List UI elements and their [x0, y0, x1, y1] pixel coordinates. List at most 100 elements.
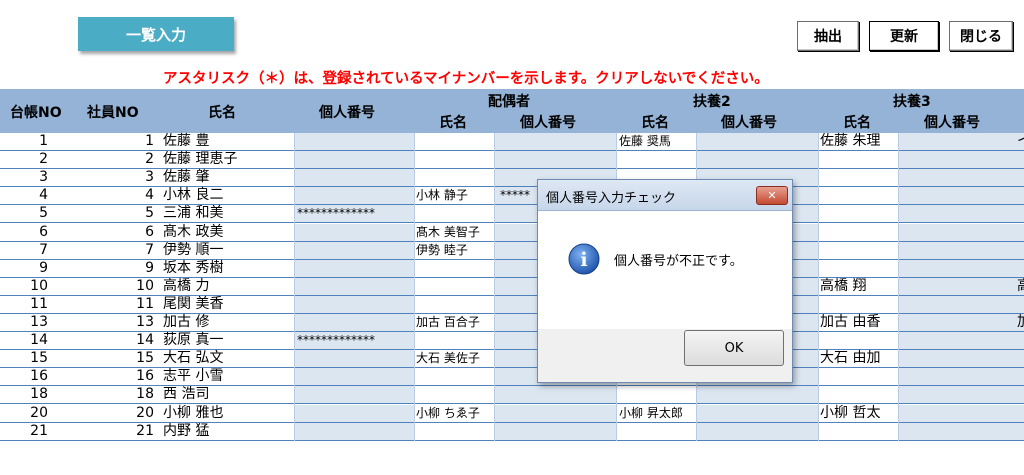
dependent3-name-cell: 佐藤 朱理 [820, 133, 881, 149]
employee-no-cell: 14 [136, 332, 154, 349]
personal-no-cell[interactable] [898, 332, 1024, 350]
personal-no-cell[interactable] [898, 205, 1024, 223]
personal-no-cell[interactable] [898, 314, 1024, 331]
dependent3-name-cell: 加古 由香 [820, 314, 881, 330]
personal-no-cell[interactable] [696, 386, 818, 404]
dialog-title-bar: 個人番号入力チェック ✕ [538, 180, 792, 211]
personal-no-cell[interactable] [294, 422, 414, 440]
employee-no-cell: 13 [136, 314, 154, 330]
header-dependent3-name: 氏名 [843, 115, 871, 131]
ok-button[interactable]: OK [684, 330, 784, 366]
personal-no-cell[interactable] [294, 386, 414, 404]
personal-no-cell[interactable] [898, 422, 1024, 440]
personal-no-cell[interactable] [898, 368, 1024, 386]
employee-no-cell: 1 [145, 133, 154, 149]
name-cell: 内野 猛 [163, 422, 210, 439]
dialog-body: i 個人番号が不正です。 [538, 211, 792, 329]
table-row: 3 3 佐藤 肇 [0, 169, 1024, 188]
personal-no-cell[interactable] [294, 133, 414, 150]
personal-no-cell[interactable] [898, 386, 1024, 404]
spouse-name-cell: 髙木 美智子 [416, 224, 480, 239]
employee-no-cell: 4 [145, 187, 154, 204]
name-cell: 坂本 秀樹 [163, 259, 224, 276]
personal-no-cell[interactable] [696, 404, 818, 422]
personal-no-cell[interactable] [494, 151, 616, 169]
personal-no-cell[interactable] [294, 314, 414, 331]
personal-no-cell[interactable] [898, 241, 1024, 259]
spouse-name-cell: 小林 静子 [416, 188, 468, 203]
name-cell: 小林 良二 [163, 187, 224, 204]
header-dependent2-personal-no: 個人番号 [721, 115, 777, 131]
name-cell: 西 浩司 [163, 386, 210, 403]
name-cell: 小柳 雅也 [163, 404, 224, 421]
ledger-no-cell: 13 [30, 314, 48, 330]
personal-no-cell[interactable] [294, 350, 414, 368]
personal-no-cell[interactable] [696, 151, 818, 169]
name-cell: 尾関 美香 [163, 295, 224, 312]
personal-no-cell[interactable] [898, 151, 1024, 169]
table-row: 21 21 内野 猛 [0, 422, 1024, 441]
personal-no-cell[interactable] [294, 295, 414, 313]
table-row: 4 4 小林 良二 小林 静子 ***** [0, 187, 1024, 206]
mynumber-notice: アスタリスク（＊）は、登録されているマイナンバーを示します。クリアしないでくださ… [163, 71, 769, 87]
personal-no-cell[interactable] [294, 241, 414, 259]
personal-no-cell[interactable] [696, 422, 818, 440]
personal-no-cell[interactable] [494, 404, 616, 422]
update-button[interactable]: 更新 [869, 21, 939, 51]
personal-no-cell[interactable] [294, 259, 414, 277]
dependent3-personal-no-value: 加 [1017, 314, 1024, 331]
table-header: 台帳NO 社員NO 氏名 個人番号 配偶者 氏名 個人番号 扶養2 氏名 個人番… [0, 89, 1024, 133]
personal-no-cell[interactable] [294, 169, 414, 187]
employee-no-cell: 6 [145, 223, 154, 240]
personal-no-cell[interactable] [294, 277, 414, 295]
employee-no-cell: 2 [145, 151, 154, 168]
ledger-no-cell: 5 [39, 205, 48, 222]
personal-no-cell[interactable] [898, 350, 1024, 368]
ledger-no-cell: 21 [30, 422, 48, 439]
close-button[interactable]: 閉じる [949, 21, 1013, 51]
personal-no-cell[interactable] [898, 404, 1024, 422]
personal-no-cell[interactable] [294, 187, 414, 205]
ledger-no-cell: 10 [30, 277, 48, 294]
table-row: 16 16 志平 小雪 [0, 368, 1024, 387]
personal-no-cell[interactable] [898, 169, 1024, 187]
employee-no-cell: 21 [136, 422, 154, 439]
personal-no-cell[interactable] [898, 223, 1024, 241]
personal-no-cell[interactable] [898, 133, 1024, 150]
ledger-no-cell: 7 [39, 241, 48, 258]
spouse-name-cell: 伊勢 睦子 [416, 242, 468, 257]
employee-no-cell: 7 [145, 241, 154, 258]
personal-no-cell[interactable] [494, 422, 616, 440]
header-ledger-no: 台帳NO [10, 105, 62, 121]
personal-no-cell[interactable] [294, 151, 414, 169]
personal-no-cell[interactable] [898, 277, 1024, 295]
grid-divider [898, 133, 899, 441]
personal-no-cell[interactable] [696, 133, 818, 150]
grid-divider [414, 133, 415, 441]
grid-divider [818, 133, 819, 441]
dialog-title: 個人番号入力チェック [546, 191, 677, 206]
ledger-no-cell: 15 [30, 350, 48, 367]
personal-no-cell[interactable] [494, 386, 616, 404]
personal-no-cell[interactable] [294, 404, 414, 422]
extract-button[interactable]: 抽出 [797, 21, 859, 51]
grid-divider [494, 133, 495, 441]
personal-no-cell[interactable] [294, 223, 414, 241]
table-row: 1515大石 弘文大石 美佐子大石 たね大石 由加 [0, 350, 1024, 369]
personal-no-cell[interactable] [898, 295, 1024, 313]
table-row: 1 1 佐藤 豊 佐藤 奨馬 佐藤 朱理 イ [0, 133, 1024, 151]
name-cell: 佐藤 肇 [163, 169, 210, 186]
name-cell: 三浦 和美 [163, 205, 224, 222]
info-icon: i [568, 243, 600, 275]
personal-no-cell[interactable] [898, 259, 1024, 277]
personal-no-value: ************* [297, 333, 375, 348]
close-icon[interactable]: ✕ [756, 186, 788, 205]
personal-no-cell[interactable] [294, 368, 414, 386]
header-spouse-personal-no: 個人番号 [520, 115, 576, 131]
personal-no-cell[interactable] [494, 133, 616, 150]
spouse-name-cell: 大石 美佐子 [416, 351, 480, 366]
table-row: 11 11 尾関 美香 [0, 295, 1024, 314]
personal-no-cell[interactable] [898, 187, 1024, 205]
header-employee-no: 社員NO [87, 105, 139, 121]
list-input-button[interactable]: 一覧入力 [78, 17, 234, 51]
